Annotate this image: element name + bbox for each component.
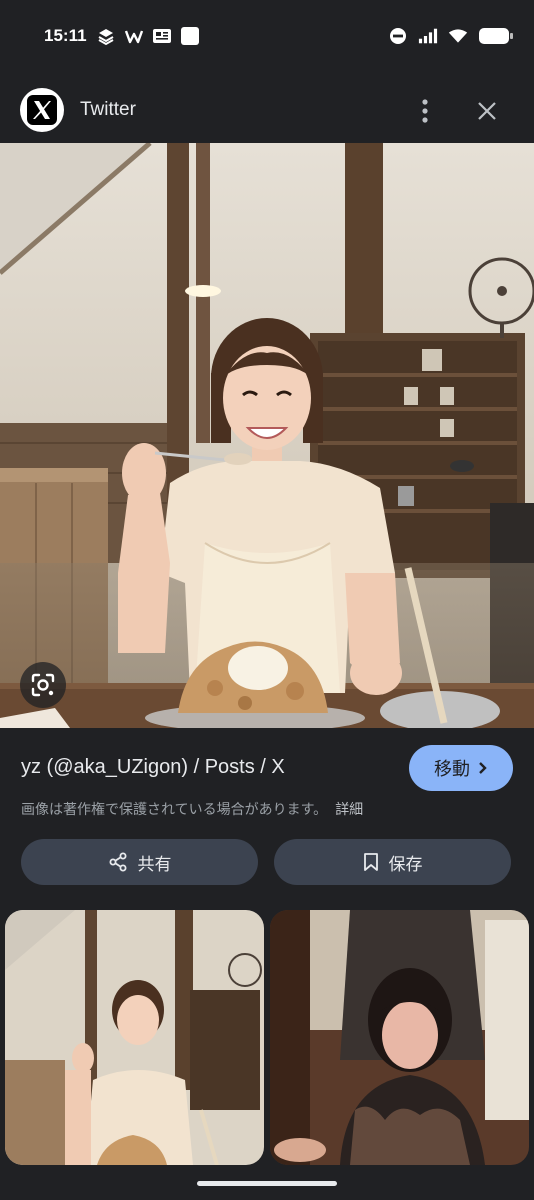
signal-icon (418, 26, 438, 46)
source-header: Twitter (0, 78, 534, 142)
save-button[interactable]: 保存 (274, 839, 511, 885)
related-image-thumbnail[interactable] (270, 910, 529, 1165)
lens-search-button[interactable] (20, 662, 66, 708)
battery-icon (478, 26, 514, 46)
related-image-thumbnail[interactable] (5, 910, 264, 1165)
status-time: 15:11 (44, 26, 87, 45)
close-icon (478, 102, 496, 120)
result-title[interactable]: yz (@aka_UZigon) / Posts / X (21, 756, 285, 779)
more-vert-icon (422, 99, 428, 123)
visit-label: 移動 (434, 759, 470, 780)
chevron-right-icon (479, 762, 487, 774)
wifi-icon (448, 26, 468, 46)
stack-icon (96, 26, 116, 46)
status-notification-icons (96, 26, 200, 46)
x-logo-icon[interactable] (20, 88, 64, 132)
status-bar: 15:11 (0, 0, 534, 76)
lens-icon (31, 673, 55, 697)
more-options-button[interactable] (410, 96, 440, 126)
do-not-disturb-icon (388, 26, 408, 46)
news-icon (152, 26, 172, 46)
save-label: 保存 (388, 854, 423, 875)
copyright-notice-row: 画像は著作権で保護されている場合があります。 詳細 (21, 799, 363, 819)
share-button[interactable]: 共有 (21, 839, 258, 885)
w-app-icon (124, 26, 144, 46)
copyright-notice: 画像は著作権で保護されている場合があります。 (21, 802, 328, 818)
close-button[interactable] (472, 96, 502, 126)
status-system-icons (388, 26, 514, 46)
source-name[interactable]: Twitter (80, 99, 136, 121)
visit-button[interactable]: 移動 (409, 745, 513, 791)
home-indicator[interactable] (197, 1181, 337, 1186)
bookmark-icon (363, 853, 378, 871)
share-label: 共有 (137, 854, 172, 875)
details-link[interactable]: 詳細 (335, 799, 363, 819)
square-icon (180, 26, 200, 46)
main-image[interactable] (0, 143, 534, 728)
share-icon (109, 852, 126, 872)
